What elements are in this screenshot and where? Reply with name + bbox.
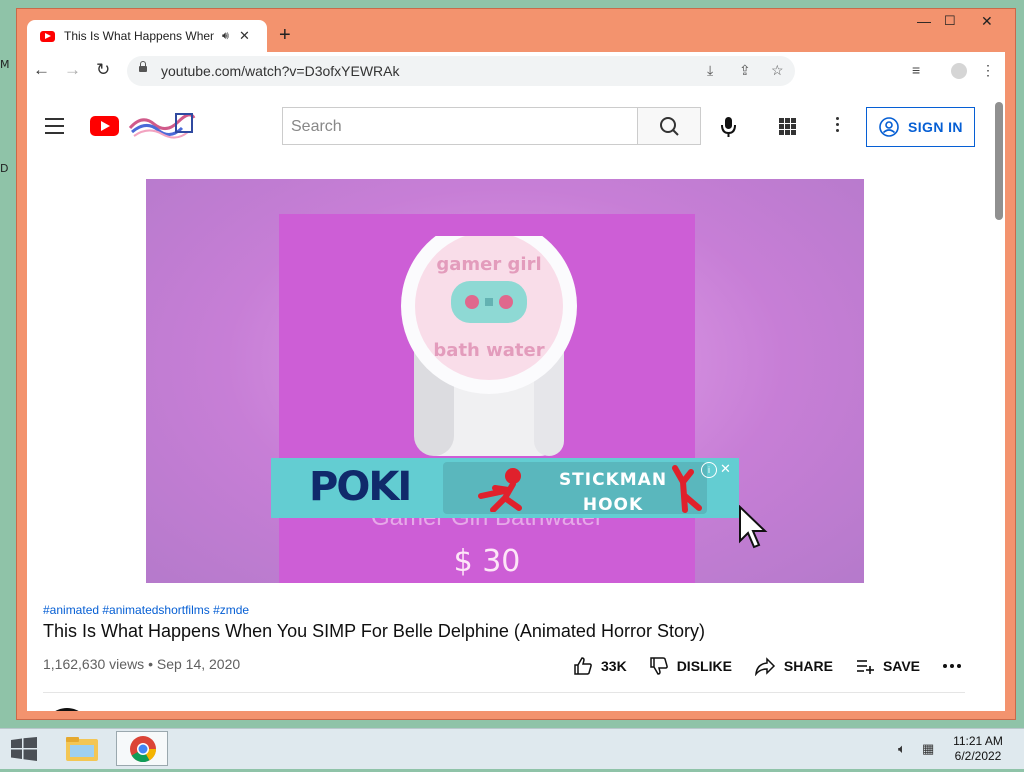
mouse-cursor-icon [739, 505, 768, 549]
overlay-ad-banner[interactable]: POKI STICKMAN HOOK i ✕ [271, 458, 739, 518]
thumbs-up-icon [574, 657, 592, 675]
stickman-icon [478, 468, 522, 512]
new-tab-button[interactable]: + [279, 25, 291, 45]
video-frame: gamer girl bath water Gamer Girl Bathwat… [279, 214, 695, 583]
price-text: $ 30 [453, 544, 521, 579]
bath-water-jar-image: gamer girl bath water [401, 236, 577, 456]
chrome-icon [130, 736, 157, 763]
apps-grid-icon[interactable] [779, 118, 796, 135]
video-title: This Is What Happens When You SIMP For B… [43, 621, 705, 641]
dislike-label: DISLIKE [676, 658, 732, 674]
svg-text:bath water: bath water [433, 340, 544, 361]
browser-window: This Is What Happens When You SIMP For B… [16, 8, 1016, 720]
clock-date: 6/2/2022 [954, 749, 1002, 763]
folder-icon [66, 737, 98, 761]
tab-title: This Is What Happens When You SIMP For B… [64, 29, 214, 43]
ad-close-icon[interactable]: ✕ [720, 462, 731, 476]
browser-toolbar: ← → ↻ youtube.com/watch?v=D3ofxYEWRAk ⤓ … [27, 52, 1005, 90]
profile-avatar-icon[interactable] [951, 63, 967, 79]
save-button[interactable]: SAVE [855, 656, 920, 676]
dislike-button[interactable]: DISLIKE [649, 656, 732, 676]
speaker-icon[interactable]: 🔊︎ [222, 30, 229, 43]
ad-info-icon[interactable]: i [701, 462, 717, 478]
youtube-doodle-logo[interactable] [128, 110, 196, 140]
browser-tab[interactable]: This Is What Happens When You SIMP For B… [27, 20, 267, 52]
voice-search-button[interactable] [713, 107, 745, 145]
address-bar[interactable]: youtube.com/watch?v=D3ofxYEWRAk ⤓ ⇪ ☆ [127, 56, 795, 86]
page-scrollbar[interactable] [995, 102, 1003, 220]
media-control-icon[interactable]: ≡ [912, 62, 920, 78]
youtube-favicon-icon [40, 30, 55, 42]
back-icon[interactable]: ← [33, 61, 50, 79]
close-icon[interactable]: ✕ [981, 13, 993, 30]
forward-icon[interactable]: → [64, 61, 81, 79]
search-input[interactable] [289, 117, 623, 137]
taskbar-chrome[interactable] [116, 731, 168, 766]
minimize-icon[interactable]: — [917, 13, 931, 29]
playlist-add-icon [856, 660, 874, 674]
ad-game-panel: STICKMAN HOOK [443, 462, 707, 515]
taskbar-file-explorer[interactable] [56, 731, 108, 766]
share-page-icon[interactable]: ⇪ [739, 62, 751, 79]
svg-text:gamer girl: gamer girl [436, 254, 541, 275]
sign-in-label: SIGN IN [908, 119, 963, 135]
network-icon[interactable]: ▦ [922, 741, 934, 757]
hamburger-menu-icon[interactable] [45, 118, 64, 139]
search-button[interactable] [637, 107, 701, 145]
more-actions-icon[interactable] [942, 663, 970, 669]
like-button[interactable]: 33K [573, 656, 627, 676]
share-label: SHARE [783, 658, 833, 674]
save-label: SAVE [882, 658, 921, 674]
like-count: 33K [601, 658, 627, 674]
clock-time: 11:21 AM [953, 734, 1003, 748]
url-text[interactable]: youtube.com/watch?v=D3ofxYEWRAk [161, 63, 400, 79]
maximize-icon[interactable]: ☐ [944, 13, 956, 29]
account-icon [879, 117, 899, 137]
windows-taskbar: 🔈︎ ▦ 11:21 AM 6/2/2022 [0, 728, 1024, 769]
settings-more-icon[interactable] [836, 117, 840, 135]
tab-close-icon[interactable]: ✕ [239, 28, 250, 44]
sign-in-button[interactable]: SIGN IN [866, 107, 975, 147]
reload-icon[interactable]: ↻ [96, 61, 110, 79]
desktop-edge-glyph: M [0, 58, 10, 71]
desktop-edge-glyph: D [0, 162, 9, 175]
install-app-icon[interactable]: ⤓ [707, 62, 713, 79]
search-icon [660, 117, 679, 136]
share-button[interactable]: SHARE [754, 656, 833, 676]
video-meta: 1,162,630 views • Sep 14, 2020 [43, 656, 241, 672]
divider [43, 692, 965, 693]
bookmark-star-icon[interactable]: ☆ [771, 62, 784, 79]
video-player[interactable]: gamer girl bath water Gamer Girl Bathwat… [146, 179, 864, 583]
video-hashtags[interactable]: #animated #animatedshortfilms #zmde [43, 603, 249, 617]
channel-avatar[interactable] [43, 708, 91, 711]
volume-muted-icon[interactable]: 🔈︎ [898, 741, 906, 757]
ad-title: STICKMAN HOOK [558, 470, 668, 515]
browser-menu-icon[interactable]: ⋮ [981, 62, 995, 79]
page-viewport: SIGN IN gamer girl bath water [27, 90, 1005, 711]
poki-logo: POKI [309, 464, 412, 510]
lock-icon [139, 61, 147, 72]
share-arrow-icon [754, 657, 775, 676]
taskbar-clock[interactable]: 11:21 AM 6/2/2022 [944, 734, 1012, 764]
thumbs-down-icon [649, 657, 668, 675]
youtube-logo-icon[interactable] [90, 116, 119, 136]
more-dots-icon [943, 664, 962, 668]
microphone-icon [721, 117, 736, 137]
start-windows-icon[interactable] [10, 737, 38, 761]
search-box [282, 107, 638, 145]
video-actions: 33K DISLIKE SHARE SAVE [573, 656, 992, 676]
